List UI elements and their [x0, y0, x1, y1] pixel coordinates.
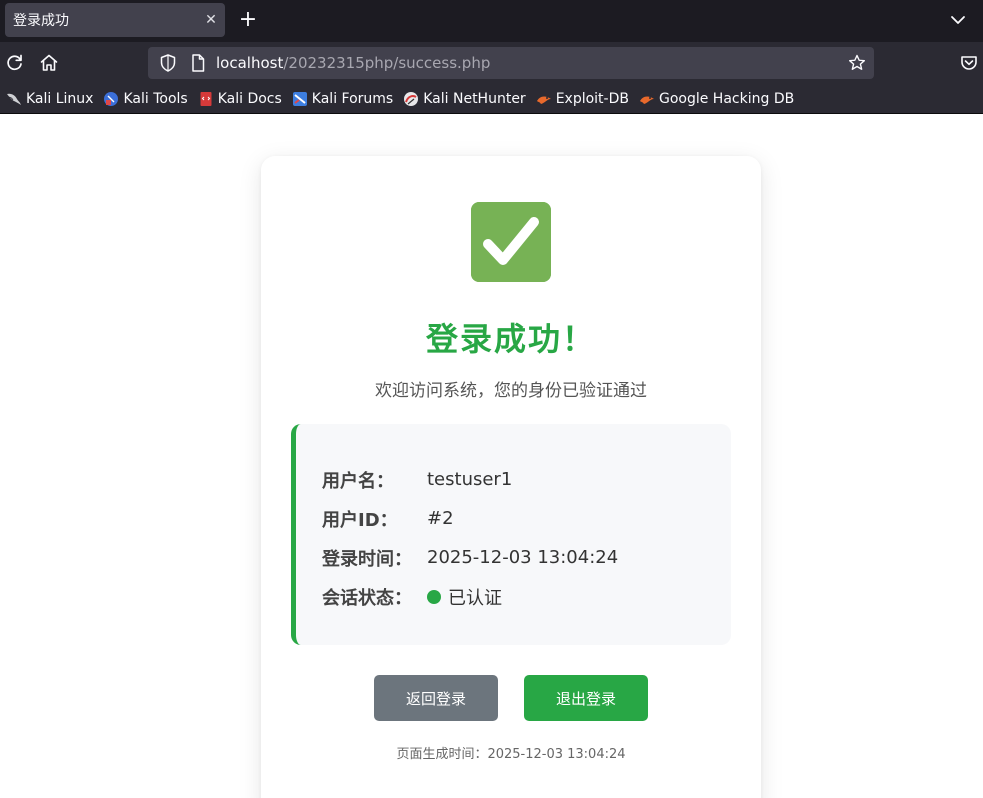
- bookmark-exploit-db[interactable]: Exploit-DB: [536, 91, 629, 107]
- google-hacking-db-icon: [639, 96, 654, 104]
- kali-tools-icon: [104, 91, 119, 106]
- username-value: testuser1: [427, 469, 513, 490]
- kali-dragon-icon: [7, 93, 21, 105]
- welcome-subtitle: 欢迎访问系统，您的身份已验证通过: [375, 381, 647, 401]
- username-label: 用户名：: [322, 470, 394, 492]
- user-info-panel: 用户名： testuser1 用户ID： #2 登录时间： 2025-12-03…: [291, 424, 731, 645]
- active-tab[interactable]: 登录成功 ✕: [5, 3, 225, 37]
- bookmark-label: Kali Tools: [123, 90, 188, 107]
- info-row-login-time: 登录时间： 2025-12-03 13:04:24: [322, 538, 731, 577]
- tab-bar: 登录成功 ✕ +: [0, 0, 983, 42]
- home-icon[interactable]: [37, 51, 61, 75]
- bookmark-google-hacking-db[interactable]: Google Hacking DB: [639, 91, 794, 107]
- back-to-login-button[interactable]: 返回登录: [374, 675, 498, 721]
- session-status: 已认证: [427, 584, 502, 610]
- page-generated-time: 页面生成时间：2025-12-03 13:04:24: [396, 747, 626, 762]
- page-title: 登录成功！: [425, 320, 596, 358]
- exploit-db-icon: [536, 96, 551, 104]
- pocket-icon[interactable]: [958, 52, 980, 74]
- bookmark-kali-forums[interactable]: Kali Forums: [292, 91, 393, 107]
- login-time-label: 登录时间：: [322, 548, 412, 570]
- new-tab-button[interactable]: +: [236, 8, 260, 32]
- info-row-userid: 用户ID： #2: [322, 499, 731, 538]
- login-time-value: 2025-12-03 13:04:24: [427, 547, 619, 568]
- success-card: 登录成功！ 欢迎访问系统，您的身份已验证通过 用户名： testuser1 用户…: [261, 156, 761, 798]
- logout-button[interactable]: 退出登录: [524, 675, 648, 721]
- bookmark-label: Kali Forums: [311, 90, 394, 107]
- tab-title: 登录成功: [13, 13, 69, 29]
- kali-docs-icon: [200, 91, 212, 106]
- bookmark-kali-nethunter[interactable]: Kali NetHunter: [403, 90, 526, 107]
- info-row-username: 用户名： testuser1: [322, 460, 731, 499]
- bookmark-label: Exploit-DB: [555, 90, 629, 107]
- check-mark-icon: [471, 202, 551, 282]
- url-text[interactable]: localhost/20232315php/success.php: [216, 54, 490, 72]
- info-row-session: 会话状态： 已认证: [322, 577, 731, 616]
- address-bar[interactable]: localhost/20232315php/success.php: [148, 47, 874, 79]
- bookmarks-toolbar: Kali Linux Kali Tools Kali Docs Kali For…: [0, 84, 983, 114]
- bookmark-label: Kali Docs: [217, 90, 282, 107]
- page-icon[interactable]: [186, 51, 210, 75]
- kali-nethunter-icon: [404, 91, 419, 106]
- bookmark-kali-docs[interactable]: Kali Docs: [198, 91, 282, 107]
- navigation-toolbar: localhost/20232315php/success.php: [0, 42, 983, 84]
- kali-forums-icon: [292, 91, 307, 106]
- close-tab-icon[interactable]: ✕: [197, 12, 225, 28]
- bookmark-label: Kali Linux: [26, 90, 94, 107]
- bookmark-star-icon[interactable]: [846, 52, 868, 74]
- reload-icon[interactable]: [3, 51, 27, 75]
- status-dot-icon: [427, 589, 441, 604]
- bookmark-kali-tools[interactable]: Kali Tools: [103, 90, 188, 107]
- session-label: 会话状态：: [322, 587, 412, 609]
- userid-value: #2: [427, 508, 454, 529]
- shield-icon[interactable]: [156, 51, 180, 75]
- bookmark-kali-linux[interactable]: Kali Linux: [6, 91, 93, 107]
- userid-label: 用户ID：: [322, 509, 398, 531]
- url-path: /20232315php/success.php: [283, 54, 491, 72]
- chevron-down-icon[interactable]: [947, 9, 969, 31]
- url-host: localhost: [216, 54, 284, 72]
- bookmark-label: Google Hacking DB: [658, 90, 795, 107]
- session-value: 已认证: [448, 587, 502, 609]
- bookmark-label: Kali NetHunter: [423, 90, 526, 107]
